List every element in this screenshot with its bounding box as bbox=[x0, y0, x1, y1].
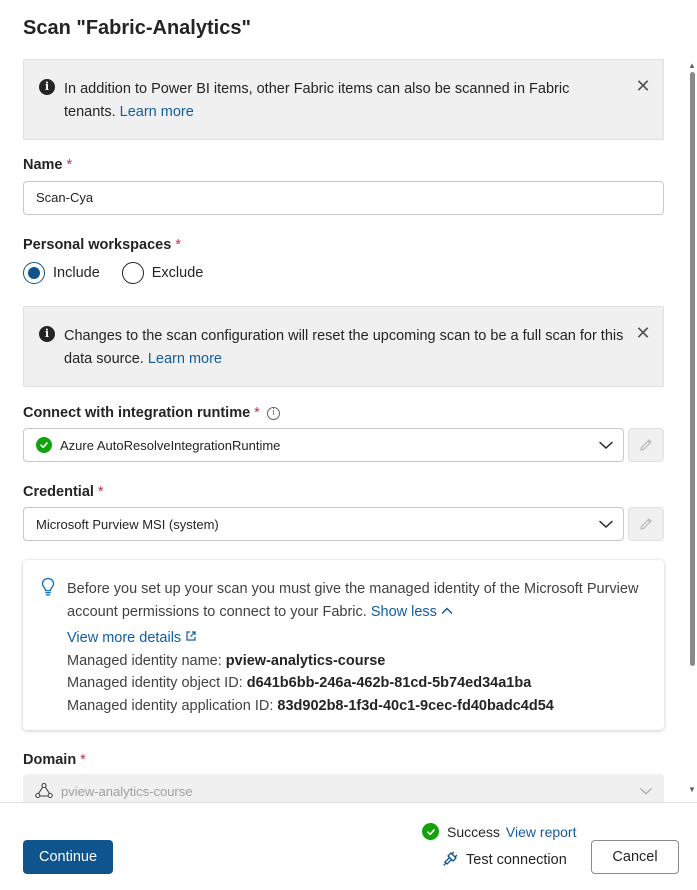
footer-bar: Continue Success View report Test connec… bbox=[0, 802, 697, 890]
managed-identity-card: Before you set up your scan you must giv… bbox=[23, 560, 664, 730]
identity-object-id-value: d641b6bb-246a-462b-81cd-5b74ed34a1ba bbox=[246, 675, 532, 691]
personal-workspaces-label-text: Personal workspaces bbox=[23, 237, 172, 253]
chevron-down-icon bbox=[640, 788, 652, 795]
radio-exclude-label[interactable]: Exclude bbox=[152, 265, 204, 281]
radio-exclude[interactable]: Exclude bbox=[121, 262, 204, 284]
info-icon: i bbox=[39, 79, 55, 95]
scan-reset-text: Changes to the scan configuration will r… bbox=[64, 325, 624, 371]
close-icon[interactable]: ✕ bbox=[633, 76, 653, 96]
radio-exclude-circle[interactable] bbox=[121, 262, 144, 284]
fabric-info-text: In addition to Power BI items, other Fab… bbox=[64, 78, 624, 124]
chevron-down-icon bbox=[599, 520, 613, 529]
identity-name-row: Managed identity name: pview-analytics-c… bbox=[67, 650, 647, 673]
domain-label: Domain * bbox=[23, 752, 86, 768]
identity-name-label: Managed identity name: bbox=[67, 652, 222, 669]
view-more-label[interactable]: View more details bbox=[67, 630, 181, 646]
continue-button[interactable]: Continue bbox=[23, 840, 113, 874]
lightbulb-icon bbox=[41, 577, 55, 596]
identity-object-id-row: Managed identity object ID: d641b6bb-246… bbox=[67, 672, 647, 695]
personal-workspaces-label: Personal workspaces * bbox=[23, 237, 181, 253]
info-tooltip-icon[interactable]: i bbox=[266, 406, 280, 420]
credential-label-text: Credential bbox=[23, 484, 94, 500]
managed-identity-text: Before you set up your scan you must giv… bbox=[67, 578, 647, 623]
test-connection-label[interactable]: Test connection bbox=[466, 852, 567, 868]
radio-include-circle[interactable] bbox=[23, 262, 45, 284]
cancel-button[interactable]: Cancel bbox=[591, 840, 679, 874]
show-less-label[interactable]: Show less bbox=[371, 604, 437, 620]
edit-runtime-button[interactable] bbox=[628, 428, 664, 462]
name-label: Name * bbox=[23, 157, 72, 173]
test-connection-button[interactable]: Test connection bbox=[441, 851, 567, 868]
success-check-icon bbox=[422, 823, 439, 840]
identity-name-value: pview-analytics-course bbox=[225, 652, 386, 669]
chevron-up-icon bbox=[441, 606, 453, 614]
domain-label-text: Domain bbox=[23, 752, 77, 768]
open-external-icon bbox=[186, 631, 196, 641]
scan-reset-banner: i Changes to the scan configuration will… bbox=[23, 306, 664, 387]
domain-icon bbox=[35, 783, 53, 799]
required-mark: * bbox=[254, 405, 260, 421]
personal-workspaces-radio-group: Include Exclude bbox=[23, 262, 225, 284]
credential-dropdown[interactable]: Microsoft Purview MSI (system) bbox=[23, 507, 624, 541]
pencil-icon bbox=[640, 518, 652, 530]
connection-status: Success View report bbox=[422, 823, 576, 840]
view-more-row: View more details bbox=[67, 627, 647, 650]
managed-identity-message: Before you set up your scan you must giv… bbox=[67, 581, 639, 620]
view-report-link[interactable]: View report bbox=[506, 824, 577, 840]
credential-label: Credential * bbox=[23, 484, 104, 500]
plug-icon bbox=[443, 851, 458, 866]
edit-credential-button[interactable] bbox=[628, 507, 664, 541]
identity-object-id-label: Managed identity object ID: bbox=[67, 675, 243, 691]
domain-value: pview-analytics-course bbox=[61, 783, 193, 799]
view-more-details-link[interactable]: View more details bbox=[67, 630, 197, 646]
scroll-up-arrow-icon[interactable]: ▲ bbox=[688, 62, 696, 70]
scroll-down-arrow-icon[interactable]: ▼ bbox=[688, 786, 696, 794]
integration-runtime-value: Azure AutoResolveIntegrationRuntime bbox=[60, 437, 281, 453]
pencil-icon bbox=[640, 439, 652, 451]
name-label-text: Name bbox=[23, 157, 63, 173]
required-mark: * bbox=[80, 752, 86, 768]
identity-app-id-label: Managed identity application ID: bbox=[67, 697, 274, 714]
name-input[interactable]: Scan-Cya bbox=[23, 181, 664, 215]
required-mark: * bbox=[97, 484, 104, 500]
radio-include-label[interactable]: Include bbox=[53, 265, 100, 281]
integration-runtime-label-text: Connect with integration runtime bbox=[23, 405, 251, 421]
radio-include[interactable]: Include bbox=[23, 262, 100, 284]
reset-learn-more-link[interactable]: Learn more bbox=[148, 351, 222, 367]
credential-value: Microsoft Purview MSI (system) bbox=[36, 516, 219, 532]
integration-runtime-label: Connect with integration runtime * i bbox=[23, 405, 280, 421]
status-text: Success bbox=[447, 823, 500, 840]
success-check-icon bbox=[36, 437, 52, 453]
required-mark: * bbox=[175, 237, 181, 253]
identity-app-id-value: 83d902b8-1f3d-40c1-9cec-fd40badc4d54 bbox=[277, 697, 554, 714]
panel-title: Scan "Fabric-Analytics" bbox=[23, 17, 251, 39]
fabric-learn-more-link[interactable]: Learn more bbox=[120, 104, 194, 120]
info-icon: i bbox=[39, 326, 55, 342]
identity-app-id-row: Managed identity application ID: 83d902b… bbox=[67, 695, 647, 718]
integration-runtime-dropdown[interactable]: Azure AutoResolveIntegrationRuntime bbox=[23, 428, 624, 462]
show-less-link[interactable]: Show less bbox=[371, 604, 453, 620]
chevron-down-icon bbox=[599, 441, 613, 450]
close-icon[interactable]: ✕ bbox=[633, 323, 653, 343]
required-mark: * bbox=[66, 157, 73, 173]
fabric-info-banner: i In addition to Power BI items, other F… bbox=[23, 59, 664, 140]
scroll-thumb[interactable] bbox=[690, 72, 695, 666]
